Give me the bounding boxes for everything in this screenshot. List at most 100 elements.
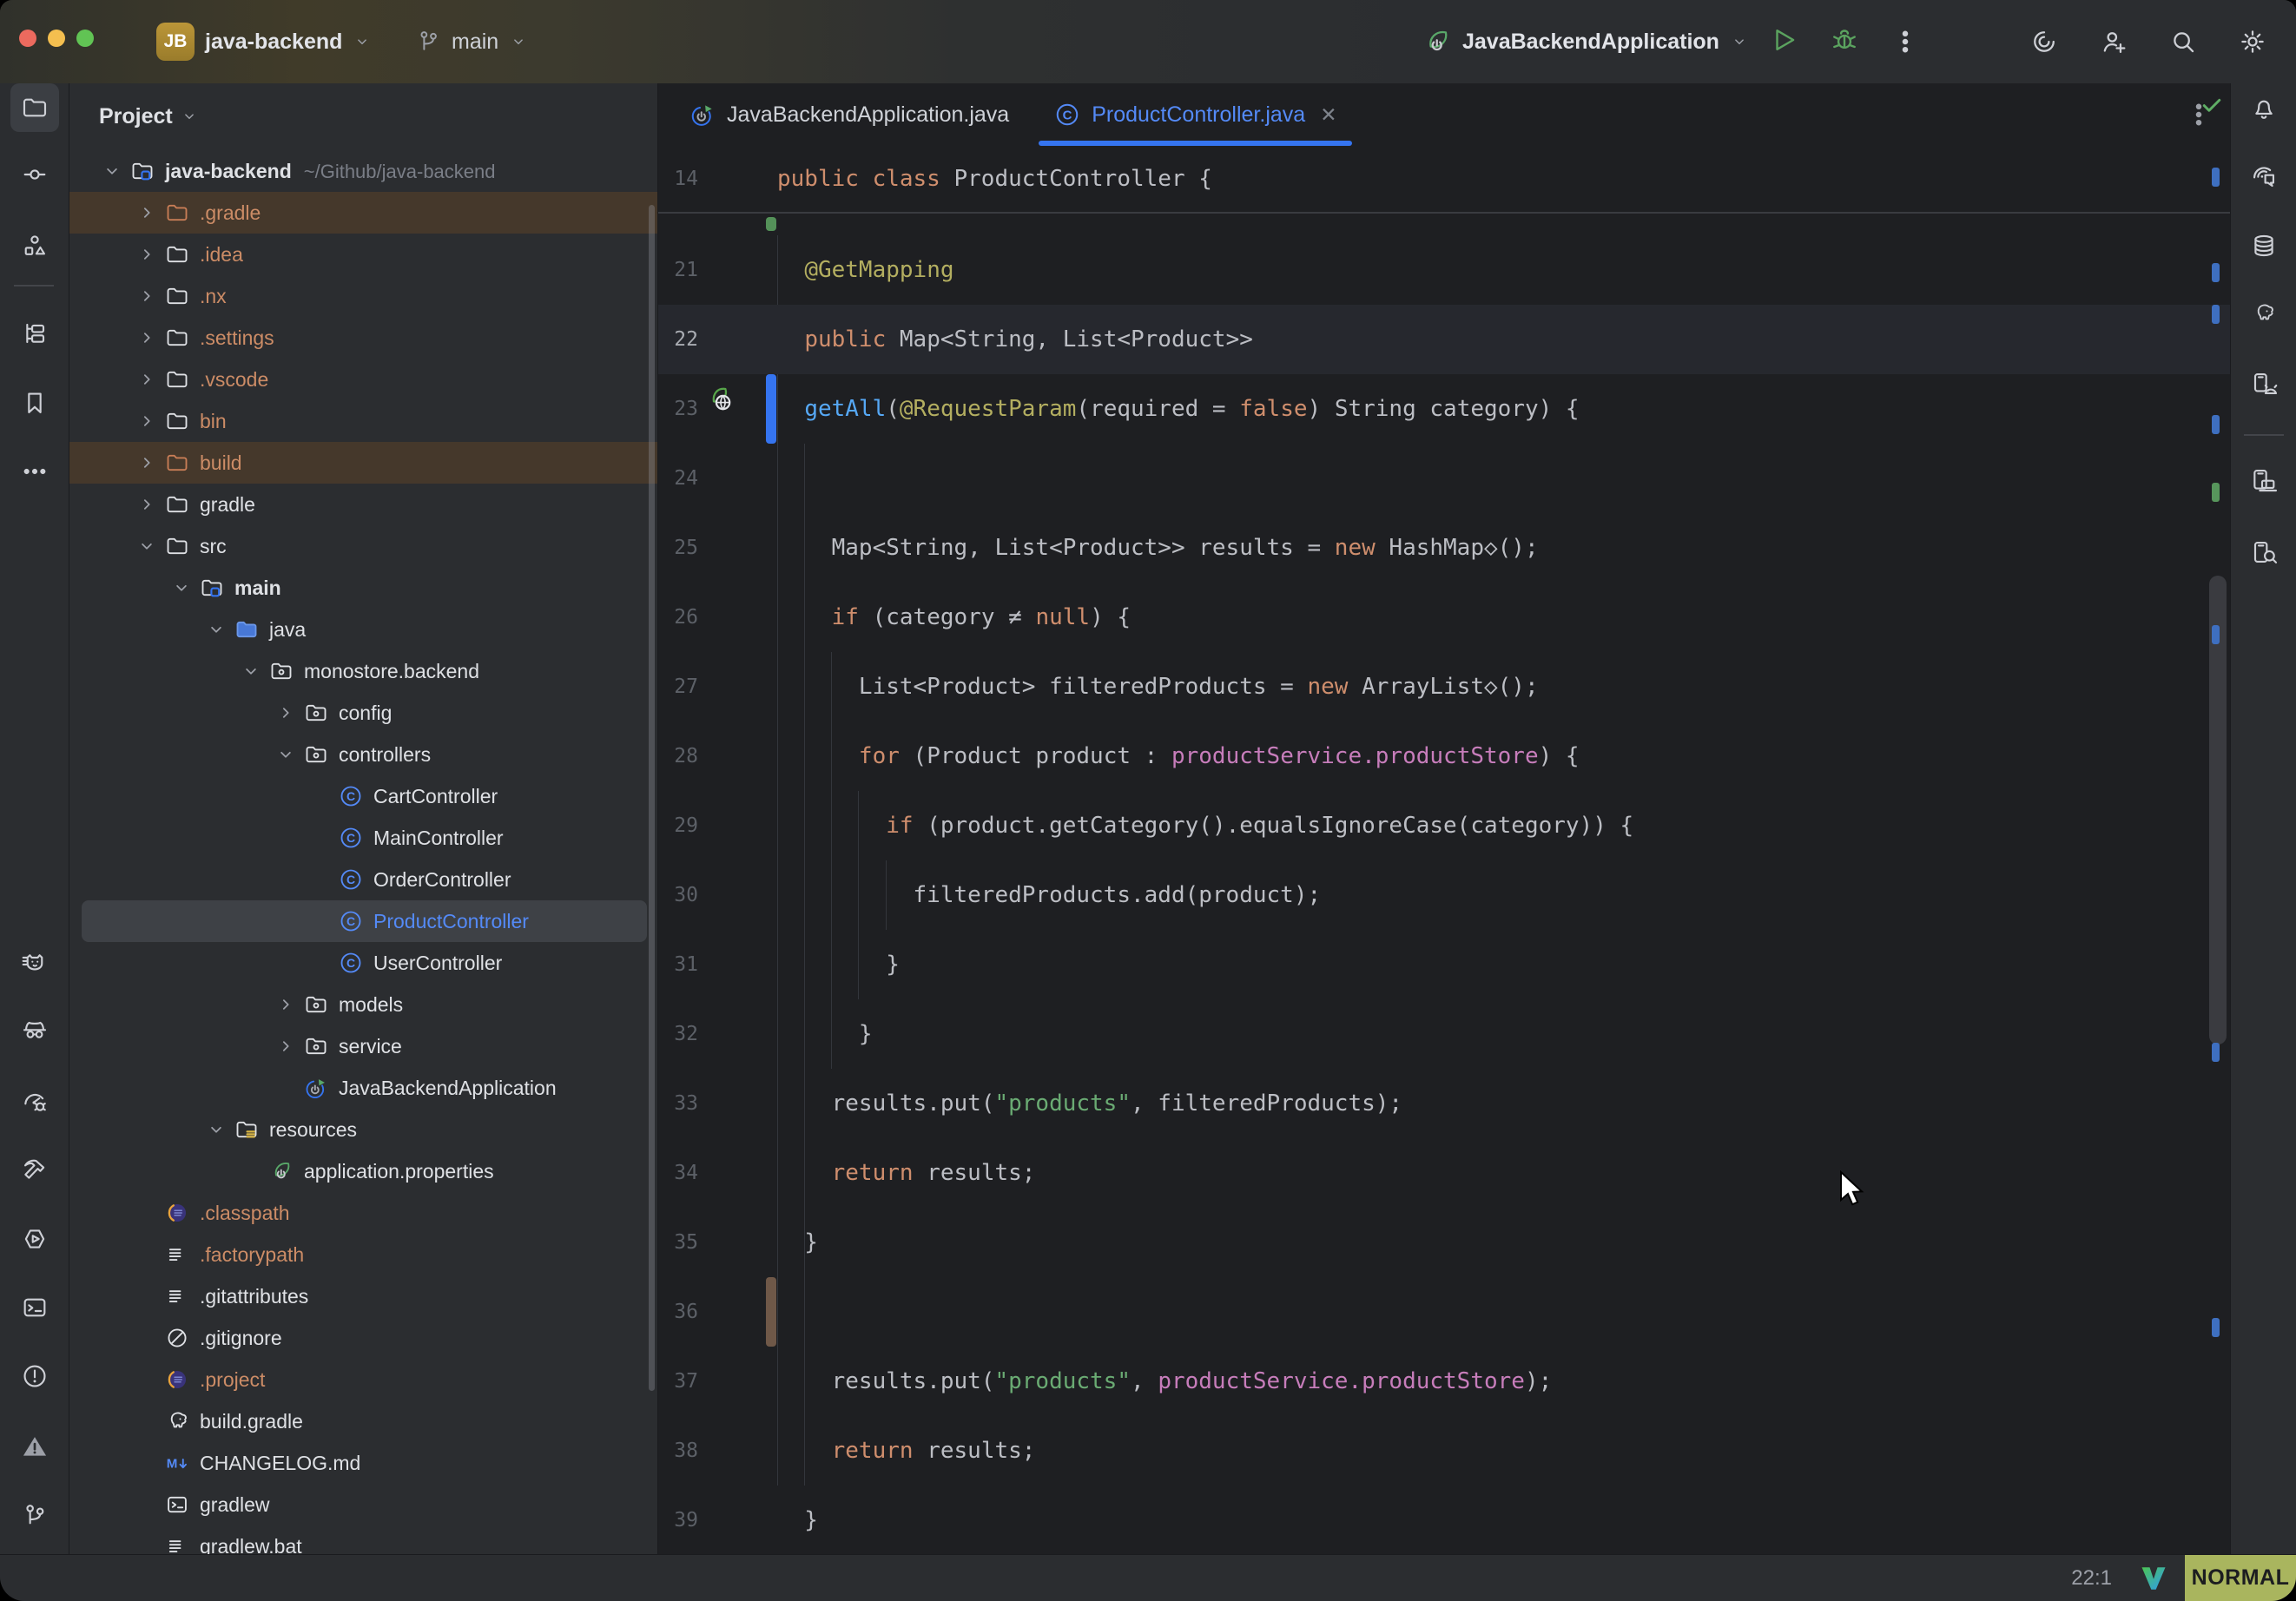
code-line-text[interactable]: List<Product> filteredProducts = new Arr… [777,652,1539,721]
line-number[interactable]: 30 [658,860,698,930]
tree-item-usercontroller[interactable]: CUserController [69,942,657,984]
chevron-down-icon[interactable] [101,160,123,187]
toolwindow-warnings-icon[interactable] [10,1422,59,1471]
code-line-text[interactable]: @GetMapping [777,235,954,305]
code-line-text[interactable]: getAll(@RequestParam(required = false) S… [777,374,1580,444]
inspections-ok-icon[interactable] [2199,92,2225,122]
code-line-text[interactable]: } [777,930,900,999]
line-number[interactable]: 39 [658,1486,698,1554]
code-line-text[interactable]: } [777,999,873,1069]
minimize-window-button[interactable] [48,30,65,47]
tree-item-build.gradle[interactable]: build.gradle [69,1400,657,1442]
chevron-down-icon[interactable] [205,1118,228,1145]
line-number[interactable]: 38 [658,1416,698,1486]
tab-productcontroller[interactable]: C ProductController.java ✕ [1032,83,1359,146]
code-line-38[interactable]: 38 return results; [658,1416,2230,1486]
toolwindow-version-control-icon[interactable] [10,1491,59,1539]
editor-scrollbar[interactable] [2209,576,2227,1044]
toolwindow-bookmarks-icon[interactable] [10,379,59,427]
tree-item-.gitattributes[interactable]: .gitattributes [69,1275,657,1317]
code-line-39[interactable]: 39 } [658,1486,2230,1554]
line-number[interactable]: 31 [658,930,698,999]
close-window-button[interactable] [19,30,36,47]
code-line-text[interactable]: } [777,1208,818,1277]
toolwindow-gradle-icon[interactable] [2240,289,2288,338]
line-number[interactable]: 26 [658,583,698,652]
tree-item-bin[interactable]: bin [69,400,657,442]
code-line-29[interactable]: 29 if (product.getCategory().equalsIgnor… [658,791,2230,860]
tree-item-models[interactable]: models [69,984,657,1025]
ideavim-icon[interactable] [2138,1563,2169,1594]
close-tab-icon[interactable]: ✕ [1320,103,1336,127]
code-line-text[interactable]: public Map<String, List<Product>> [777,305,1253,374]
code-editor[interactable]: 21 @GetMapping22 public Map<String, List… [658,215,2230,1554]
code-line-33[interactable]: 33 results.put("products", filteredProdu… [658,1069,2230,1138]
run-configuration-widget[interactable]: JavaBackendApplication [1422,0,1749,83]
line-number[interactable]: 14 [658,146,698,212]
toolwindow-running-devices-icon[interactable] [2240,359,2288,408]
line-number[interactable]: 23 [658,374,698,444]
tree-item-java-backend[interactable]: java-backend~/Github/java-backend [69,150,657,192]
chevron-down-icon[interactable] [205,618,228,645]
line-number[interactable]: 24 [658,444,698,513]
code-line-30[interactable]: 30 filteredProducts.add(product); [658,860,2230,930]
chevron-right-icon[interactable] [135,451,158,478]
vcs-change-marker[interactable] [766,374,776,444]
branch-widget[interactable]: main [415,0,528,83]
vim-mode-badge[interactable]: NORMAL [2185,1555,2296,1601]
code-line-25[interactable]: 25 Map<String, List<Product>> results = … [658,513,2230,583]
toolwindow-ai-assistant-icon[interactable] [2240,151,2288,200]
tree-item-.idea[interactable]: .idea [69,234,657,275]
chevron-right-icon[interactable] [135,285,158,312]
tree-item-.gradle[interactable]: .gradle [69,192,657,234]
tree-scrollbar[interactable] [649,205,655,1391]
line-number[interactable]: 32 [658,999,698,1069]
code-line-34[interactable]: 34 return results; [658,1138,2230,1208]
code-line-26[interactable]: 26 if (category ≠ null) { [658,583,2230,652]
chevron-right-icon[interactable] [135,493,158,520]
chevron-right-icon[interactable] [135,368,158,395]
chevron-right-icon[interactable] [274,1035,297,1062]
more-actions-icon[interactable] [1886,23,1924,61]
line-number[interactable]: 29 [658,791,698,860]
tab-javabackendapplication[interactable]: JavaBackendApplication.java [667,83,1032,146]
line-number[interactable]: 25 [658,513,698,583]
chevron-right-icon[interactable] [274,993,297,1020]
line-number[interactable]: 28 [658,721,698,791]
toolwindow-hierarchy-icon[interactable] [10,309,59,358]
line-number[interactable]: 35 [658,1208,698,1277]
chevron-right-icon[interactable] [135,243,158,270]
debug-button[interactable] [1825,23,1864,61]
toolwindow-structure-icon[interactable] [10,221,59,270]
tree-item-.nx[interactable]: .nx [69,275,657,317]
tree-item-config[interactable]: config [69,692,657,734]
code-line-text[interactable]: return results; [777,1138,1035,1208]
code-line-text[interactable]: filteredProducts.add(product); [777,860,1321,930]
toolwindow-device-explorer-icon[interactable] [2240,528,2288,576]
tree-item-controllers[interactable]: controllers [69,734,657,775]
tree-item-src[interactable]: src [69,525,657,567]
code-line-23[interactable]: 23 getAll(@RequestParam(required = false… [658,374,2230,444]
tree-item-javabackendapplication[interactable]: JavaBackendApplication [69,1067,657,1109]
tree-item-.project[interactable]: .project [69,1359,657,1400]
line-number[interactable]: 36 [658,1277,698,1347]
tree-item-main[interactable]: main [69,567,657,609]
tree-item-maincontroller[interactable]: CMainController [69,817,657,859]
tree-item-gradle[interactable]: gradle [69,484,657,525]
toolwindow-notifications-icon[interactable] [2240,83,2288,132]
code-line-31[interactable]: 31 } [658,930,2230,999]
code-line-22[interactable]: 22 public Map<String, List<Product>> [658,305,2230,374]
code-line-28[interactable]: 28 for (Product product : productService… [658,721,2230,791]
toolwindow-terminal-tool-icon[interactable] [10,1283,59,1332]
search-icon[interactable] [2164,23,2202,61]
code-line-text[interactable]: return results; [777,1416,1035,1486]
toolwindow-commit-icon[interactable] [10,150,59,199]
toolwindow-build-icon[interactable] [10,1145,59,1194]
toolwindow-more-icon[interactable] [10,447,59,496]
add-user-icon[interactable] [2095,23,2133,61]
tree-item-.factorypath[interactable]: .factorypath [69,1234,657,1275]
tree-item-build[interactable]: build [69,442,657,484]
rest-endpoint-gutter-icon[interactable] [705,385,735,418]
toolwindow-database-icon[interactable] [2240,221,2288,270]
code-line-36[interactable]: 36 [658,1277,2230,1347]
